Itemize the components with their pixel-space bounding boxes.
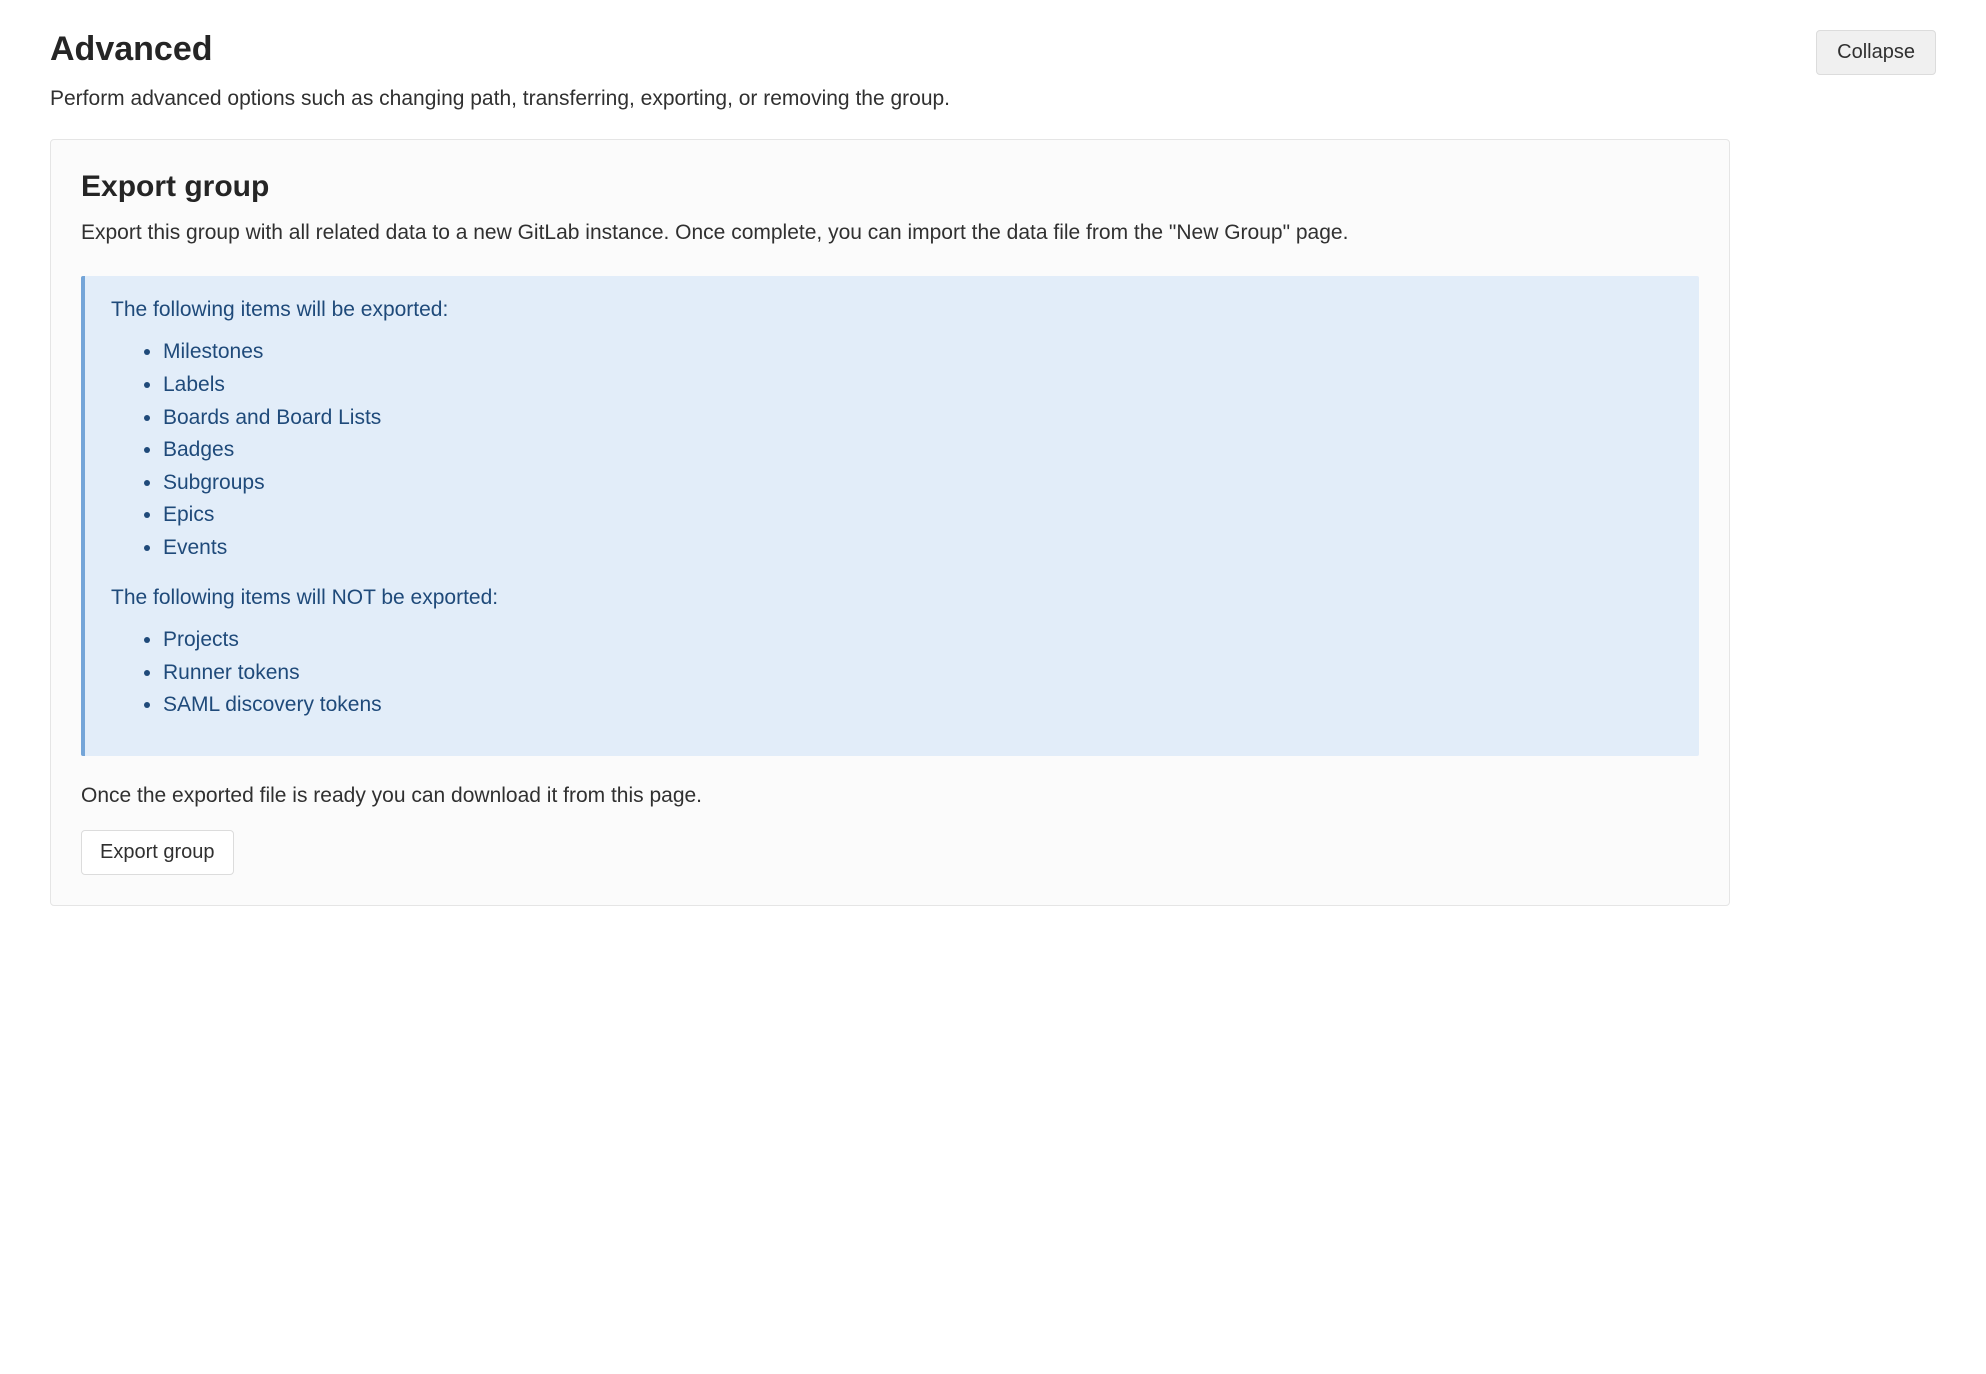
list-item: Runner tokens (163, 657, 1673, 690)
exported-items-heading: The following items will be exported: (111, 298, 1673, 322)
list-item: Subgroups (163, 467, 1673, 500)
not-exported-items-heading: The following items will NOT be exported… (111, 586, 1673, 610)
export-group-title: Export group (81, 170, 1699, 204)
list-item: Labels (163, 369, 1673, 402)
list-item: Projects (163, 624, 1673, 657)
exported-items-list: Milestones Labels Boards and Board Lists… (111, 336, 1673, 564)
list-item: Events (163, 532, 1673, 565)
collapse-button[interactable]: Collapse (1816, 30, 1936, 75)
list-item: Badges (163, 434, 1673, 467)
export-group-description: Export this group with all related data … (81, 218, 1699, 248)
not-exported-items-list: Projects Runner tokens SAML discovery to… (111, 624, 1673, 722)
section-header: Advanced Collapse (50, 30, 1936, 75)
export-info-callout: The following items will be exported: Mi… (81, 276, 1699, 755)
list-item: Epics (163, 499, 1673, 532)
export-ready-text: Once the exported file is ready you can … (81, 784, 1699, 808)
export-group-button[interactable]: Export group (81, 830, 234, 875)
list-item: SAML discovery tokens (163, 689, 1673, 722)
list-item: Milestones (163, 336, 1673, 369)
list-item: Boards and Board Lists (163, 402, 1673, 435)
export-group-panel: Export group Export this group with all … (50, 139, 1730, 906)
section-title: Advanced (50, 30, 213, 69)
section-subtext: Perform advanced options such as changin… (50, 87, 1936, 111)
